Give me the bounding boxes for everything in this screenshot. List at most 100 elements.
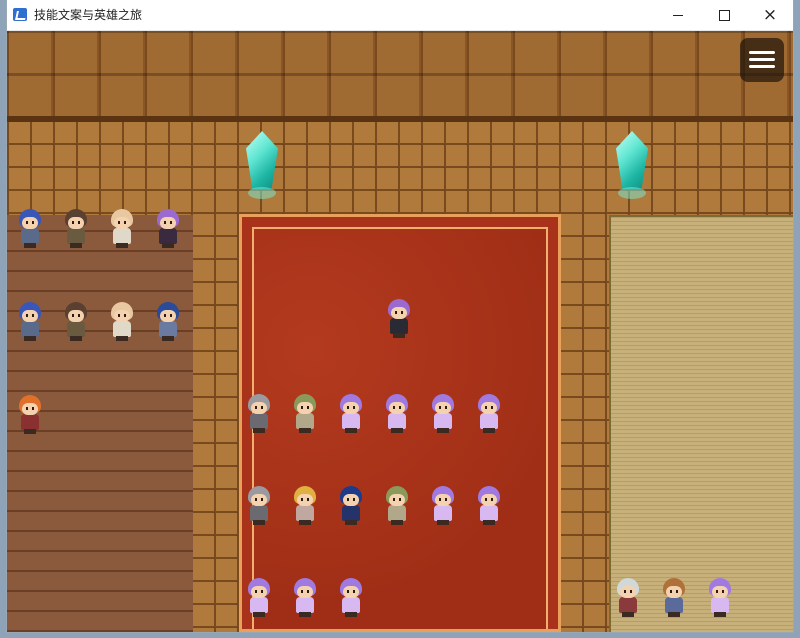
- sprite-face: [389, 494, 405, 506]
- npc-orange-hair[interactable]: [15, 395, 45, 435]
- hamburger-menu-button[interactable]: [740, 38, 784, 82]
- npc-purple-girl-10[interactable]: [705, 578, 735, 618]
- close-button[interactable]: ×: [747, 0, 793, 30]
- sprite-body: [390, 318, 408, 334]
- sprite-legs: [483, 428, 495, 433]
- npc-purple-girl-7[interactable]: [244, 578, 274, 618]
- sprite-face: [297, 402, 313, 414]
- sprite-body: [250, 597, 268, 613]
- sprite-legs: [299, 612, 311, 617]
- sprite-face: [391, 307, 407, 319]
- sprite-body: [296, 505, 314, 521]
- app-icon: [13, 8, 27, 21]
- npc-purple-girl-3[interactable]: [428, 394, 458, 434]
- window-title: 技能文案与英雄之旅: [34, 8, 143, 22]
- sprite-legs: [253, 520, 265, 525]
- crystal-gem: [616, 131, 648, 189]
- sprite-face: [22, 403, 38, 415]
- sprite-face: [389, 402, 405, 414]
- sprite-body: [711, 597, 729, 613]
- sprite-body: [296, 413, 314, 429]
- sprite-face: [297, 586, 313, 598]
- npc-knight-2[interactable]: [244, 486, 274, 526]
- sprite-face: [297, 494, 313, 506]
- npc-elder-2[interactable]: [382, 486, 412, 526]
- sprite-face: [114, 310, 130, 322]
- npc-bald-1[interactable]: [107, 209, 137, 249]
- npc-blue-hair-2[interactable]: [15, 302, 45, 342]
- npc-purple-girl-8[interactable]: [290, 578, 320, 618]
- maximize-icon: [718, 9, 730, 21]
- player-purple-hair[interactable]: [384, 299, 414, 339]
- npc-brown-cap-1[interactable]: [61, 209, 91, 249]
- npc-purple-girl-4[interactable]: [474, 394, 504, 434]
- sprite-legs: [299, 428, 311, 433]
- wooden-wall: [7, 31, 793, 116]
- title-bar[interactable]: 技能文案与英雄之旅 ×: [7, 0, 793, 31]
- npc-white-hair[interactable]: [613, 578, 643, 618]
- sprite-body: [434, 505, 452, 521]
- sprite-face: [620, 586, 636, 598]
- sprite-face: [666, 586, 682, 598]
- minimize-button[interactable]: [655, 0, 701, 30]
- sprite-legs: [162, 336, 174, 341]
- sprite-face: [22, 310, 38, 322]
- sprite-legs: [299, 520, 311, 525]
- npc-purple-girl-6[interactable]: [474, 486, 504, 526]
- sprite-legs: [714, 612, 726, 617]
- npc-purple-girl-9[interactable]: [336, 578, 366, 618]
- npc-purple-girl-5[interactable]: [428, 486, 458, 526]
- npc-blue-hair-1[interactable]: [15, 209, 45, 249]
- sprite-face: [343, 494, 359, 506]
- npc-purple-girl-1[interactable]: [336, 394, 366, 434]
- npc-blue-hair-3[interactable]: [153, 302, 183, 342]
- sprite-body: [480, 505, 498, 521]
- sprite-face: [481, 402, 497, 414]
- sprite-body: [113, 321, 131, 337]
- npc-king[interactable]: [290, 486, 320, 526]
- sprite-body: [296, 597, 314, 613]
- sprite-legs: [437, 428, 449, 433]
- sprite-legs: [24, 429, 36, 434]
- sprite-face: [481, 494, 497, 506]
- sprite-face: [68, 310, 84, 322]
- sprite-legs: [253, 428, 265, 433]
- maximize-button[interactable]: [701, 0, 747, 30]
- sprite-body: [113, 228, 131, 244]
- npc-brown-cap-2[interactable]: [61, 302, 91, 342]
- sprite-body: [21, 414, 39, 430]
- sprite-face: [712, 586, 728, 598]
- sprite-face: [68, 217, 84, 229]
- sprite-legs: [345, 520, 357, 525]
- sprite-legs: [483, 520, 495, 525]
- sprite-body: [21, 228, 39, 244]
- sprite-face: [251, 494, 267, 506]
- crystal-glow: [618, 187, 646, 199]
- sprite-legs: [345, 428, 357, 433]
- npc-dark-knight[interactable]: [336, 486, 366, 526]
- sprite-legs: [391, 520, 403, 525]
- tatami-mat: [609, 215, 793, 632]
- sprite-body: [159, 321, 177, 337]
- sprite-legs: [622, 612, 634, 617]
- npc-elder-1[interactable]: [290, 394, 320, 434]
- sprite-body: [342, 413, 360, 429]
- sprite-face: [22, 217, 38, 229]
- npc-purple-hair-1[interactable]: [153, 209, 183, 249]
- npc-knight-1[interactable]: [244, 394, 274, 434]
- sprite-legs: [345, 612, 357, 617]
- sprite-body: [619, 597, 637, 613]
- sprite-body: [480, 413, 498, 429]
- game-canvas[interactable]: [7, 31, 793, 632]
- sprite-face: [343, 402, 359, 414]
- sprite-body: [388, 413, 406, 429]
- sprite-face: [160, 217, 176, 229]
- npc-brown-hair[interactable]: [659, 578, 689, 618]
- npc-purple-girl-2[interactable]: [382, 394, 412, 434]
- sprite-legs: [24, 336, 36, 341]
- npc-bald-2[interactable]: [107, 302, 137, 342]
- sprite-legs: [116, 336, 128, 341]
- crystal-glow: [248, 187, 276, 199]
- sprite-body: [342, 505, 360, 521]
- sprite-body: [67, 228, 85, 244]
